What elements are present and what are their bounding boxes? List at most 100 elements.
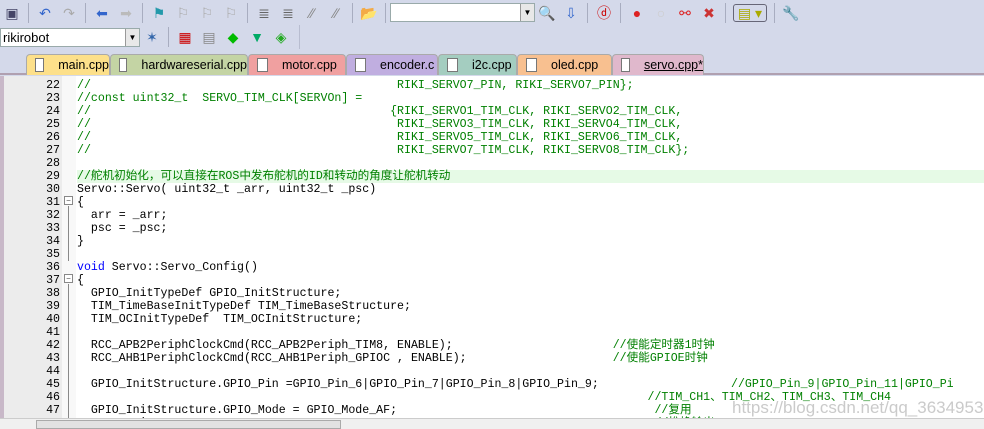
horizontal-scrollbar[interactable] — [0, 418, 984, 429]
search-combo[interactable]: ▼ — [390, 3, 535, 22]
redo-icon[interactable]: ↷ — [60, 4, 78, 22]
code-text: Servo::Servo( uint32_t _arr, uint32_t _p… — [77, 183, 376, 196]
line-number: 47 — [46, 404, 60, 417]
code-line: 33 psc = _psc; — [0, 222, 984, 235]
code-line: 31 { — [0, 196, 984, 209]
code-text: // {RIKI_SERVO1_TIM_CLK, RIKI_SERVO2_TIM… — [77, 105, 682, 118]
code-token: { — [77, 274, 84, 287]
file-icon — [257, 58, 268, 72]
toolbar-separator — [385, 2, 386, 23]
tab-motor-cpp[interactable]: motor.cpp — [248, 54, 346, 75]
code-token: GPIO_InitStructure.GPIO_Mode = GPIO_Mode… — [77, 404, 655, 417]
code-token: psc = _psc; — [77, 222, 168, 235]
select-packs-icon[interactable]: ▤ — [200, 28, 218, 46]
code-line: 39 TIM_TimeBaseInitTypeDef TIM_TimeBaseS… — [0, 300, 984, 313]
breakpoint-disable-all-icon[interactable]: ⚯ — [676, 4, 694, 22]
code-token: GPIO_InitTypeDef GPIO_InitStructure; — [77, 287, 342, 300]
tab-label: servo.cpp* — [643, 58, 703, 72]
unindent-icon[interactable]: ≣ — [279, 4, 297, 22]
toolbar-separator — [247, 2, 248, 23]
code-token: Servo::Servo_Config() — [104, 261, 258, 274]
chevron-down-icon[interactable]: ▼ — [520, 4, 534, 21]
scrollbar-thumb[interactable] — [36, 420, 341, 429]
code-token: { — [77, 196, 84, 209]
tab-main-cpp[interactable]: main.cpp — [26, 54, 110, 75]
code-line: 43 RCC_AHB1PeriphClockCmd(RCC_AHB1Periph… — [0, 352, 984, 365]
code-line: 30 Servo::Servo( uint32_t _arr, uint32_t … — [0, 183, 984, 196]
main-toolbar: ▣ ↶ ↷ ⬅ ➡ ⚑ ⚐ ⚐ ⚐ ≣ ≣ ∕∕ ∕∕ 📂 ▼ 🔍 ⇩ ⓓ ● ○ ⚯ ✖ ▤ ▾ 🔧 — [0, 0, 984, 25]
code-line: 27 // RIKI_SERVO7_TIM_CLK, RIKI_SERVO8_TI… — [0, 144, 984, 157]
bookmark-next-icon[interactable]: ⚐ — [198, 4, 216, 22]
chevron-down-icon[interactable]: ▼ — [125, 28, 139, 46]
line-number: 37 — [46, 274, 60, 287]
breakpoint-disable-icon[interactable]: ○ — [652, 4, 670, 22]
code-line: 29 //舵机初始化，可以直接在ROS中发布舵机的ID和转动的角度让舵机转动 — [0, 170, 984, 183]
bookmark-icon[interactable]: ⚑ — [150, 4, 168, 22]
breakpoint-kill-all-icon[interactable]: ✖ — [700, 4, 718, 22]
pack-installer-icon[interactable]: ◆ — [224, 28, 242, 46]
indent-icon[interactable]: ≣ — [255, 4, 273, 22]
manage-components-icon[interactable]: ▦ — [176, 28, 194, 46]
find-in-files-icon[interactable]: 📂 — [360, 4, 378, 22]
bookmark-prev-icon[interactable]: ⚐ — [174, 4, 192, 22]
code-text: // RIKI_SERVO7_TIM_CLK, RIKI_SERVO8_TIM_… — [77, 144, 689, 157]
comment: //const uint32_t SERVO_TIM_CLK[SERVOn] = — [77, 92, 363, 105]
code-line: 23 //const uint32_t SERVO_TIM_CLK[SERVOn]… — [0, 92, 984, 105]
file-tabs: main.cpp hardwareserial.cpp motor.cpp encod… — [0, 50, 984, 75]
find-icon[interactable]: 🔍 — [538, 4, 556, 22]
line-number: 46 — [46, 391, 60, 404]
code-token: RCC_AHB1PeriphClockCmd(RCC_AHB1Periph_GP… — [77, 352, 613, 365]
line-number: 34 — [46, 235, 60, 248]
toolbar-separator — [725, 2, 726, 23]
code-text: TIM_TimeBaseInitTypeDef TIM_TimeBaseStru… — [77, 300, 411, 313]
file-icon — [526, 58, 537, 72]
uncomment-icon[interactable]: ∕∕ — [327, 4, 345, 22]
line-number: 33 — [46, 222, 60, 235]
code-text: TIM_OCInitTypeDef TIM_OCInitStructure; — [77, 313, 362, 326]
file-icon — [35, 58, 45, 72]
code-token: } — [77, 235, 84, 248]
debug-icon[interactable]: ⓓ — [595, 4, 613, 22]
line-number: 28 — [46, 157, 60, 170]
code-line: 26 // RIKI_SERVO5_TIM_CLK, RIKI_SERVO6_TI… — [0, 131, 984, 144]
line-number: 32 — [46, 209, 60, 222]
incremental-find-icon[interactable]: ⇩ — [562, 4, 580, 22]
configure-icon[interactable]: 🔧 — [782, 4, 800, 22]
code-text: //舵机初始化，可以直接在ROS中发布舵机的ID和转动的角度让舵机转动 — [77, 170, 984, 183]
software-packs-icon[interactable]: ◈ — [272, 28, 290, 46]
code-text: GPIO_InitTypeDef GPIO_InitStructure; — [77, 287, 341, 300]
tab-encoder-c[interactable]: encoder.c — [346, 54, 438, 75]
comment: // RIKI_SERVO3_TIM_CLK, RIKI_SERVO4_TIM_… — [77, 118, 683, 131]
forward-icon[interactable]: ➡ — [117, 4, 135, 22]
window-layout-icon[interactable]: ▤ ▾ — [733, 3, 767, 22]
comment-icon[interactable]: ∕∕ — [303, 4, 321, 22]
tab-hardwareserial-cpp[interactable]: hardwareserial.cpp — [110, 54, 248, 75]
line-number: 39 — [46, 300, 60, 313]
code-line: 35 — [0, 248, 984, 261]
file-icon — [119, 58, 128, 72]
code-line: 32 arr = _arr; — [0, 209, 984, 222]
build-toolbar: rikirobot ▼ ✶ ▦ ▤ ◆ ▼ ◈ — [0, 25, 300, 49]
magic-wand-icon[interactable]: ✶ — [143, 28, 161, 46]
toolbar-separator — [620, 2, 621, 23]
filter-icon[interactable]: ▼ — [248, 28, 266, 46]
target-select[interactable]: rikirobot ▼ — [0, 27, 140, 47]
tab-servo-cpp-[interactable]: servo.cpp* — [612, 54, 704, 75]
undo-icon[interactable]: ↶ — [36, 4, 54, 22]
line-number: 35 — [46, 248, 60, 261]
bookmark-clear-icon[interactable]: ⚐ — [222, 4, 240, 22]
save-icon[interactable]: ▣ — [3, 4, 21, 22]
breakpoint-icon[interactable]: ● — [628, 4, 646, 22]
tab-label: hardwareserial.cpp — [141, 58, 247, 72]
code-line: 36 void Servo::Servo_Config() — [0, 261, 984, 274]
back-icon[interactable]: ⬅ — [93, 4, 111, 22]
tab-i2c-cpp[interactable]: i2c.cpp — [438, 54, 517, 75]
code-text: // RIKI_SERVO3_TIM_CLK, RIKI_SERVO4_TIM_… — [77, 118, 682, 131]
tab-oled-cpp[interactable]: oled.cpp — [517, 54, 612, 75]
code-token: TIM_OCInitTypeDef TIM_OCInitStructure; — [77, 313, 363, 326]
code-editor[interactable]: − − 22// RIKI_SERVO7_PIN, RIKI_SERVO7_PI… — [0, 76, 984, 418]
code-line: 45 GPIO_InitStructure.GPIO_Pin =GPIO_Pin… — [0, 378, 984, 391]
code-text: GPIO_InitStructure.GPIO_Mode = GPIO_Mode… — [77, 404, 692, 417]
code-line: 28 — [0, 157, 984, 170]
toolbar-separator — [774, 2, 775, 23]
